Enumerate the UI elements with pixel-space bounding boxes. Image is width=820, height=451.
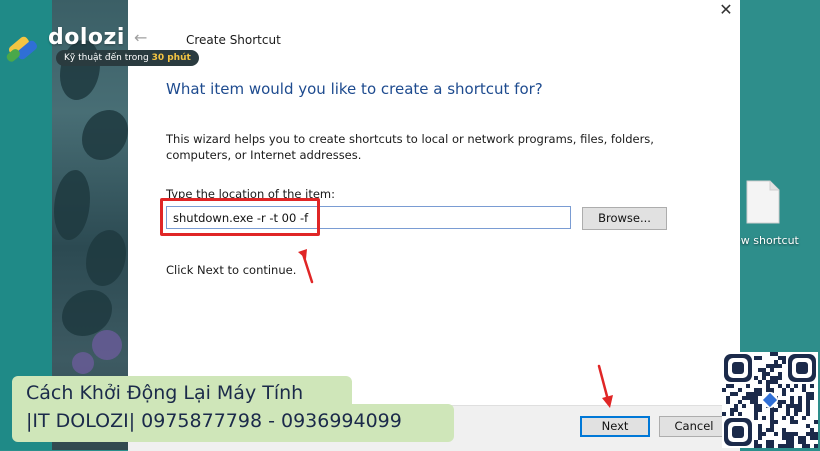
annotation-arrow-next (597, 364, 613, 408)
tagline-highlight: 30 phút (151, 53, 191, 63)
annotation-arrow-input (298, 249, 314, 284)
close-icon[interactable]: ✕ (716, 0, 736, 20)
wizard-heading: What item would you like to create a sho… (166, 80, 543, 98)
banner-line-1: Cách Khởi Động Lại Máy Tính (26, 382, 304, 404)
wizard-description: This wizard helps you to create shortcut… (166, 132, 654, 162)
brand-tagline: Kỹ thuật đến trong 30 phút (56, 50, 199, 66)
highlight-box (160, 198, 320, 236)
desktop-file-label[interactable]: ew shortcut (734, 234, 799, 247)
next-button[interactable]: Next (580, 416, 650, 437)
dialog-title: Create Shortcut (186, 33, 281, 47)
brand-name: dolozi (48, 25, 125, 50)
banner-line-2: |IT DOLOZI| 0975877798 - 0936994099 (26, 410, 402, 432)
tagline-prefix: Kỹ thuật đến trong (64, 53, 149, 63)
file-icon[interactable] (746, 180, 780, 224)
promo-banner: Cách Khởi Động Lại Máy Tính |IT DOLOZI| … (12, 376, 454, 444)
browse-button[interactable]: Browse... (582, 207, 667, 230)
qr-code (722, 352, 818, 448)
continue-hint: Click Next to continue. (166, 263, 297, 277)
dolozi-logo-icon (6, 36, 38, 62)
cancel-button[interactable]: Cancel (659, 416, 729, 437)
